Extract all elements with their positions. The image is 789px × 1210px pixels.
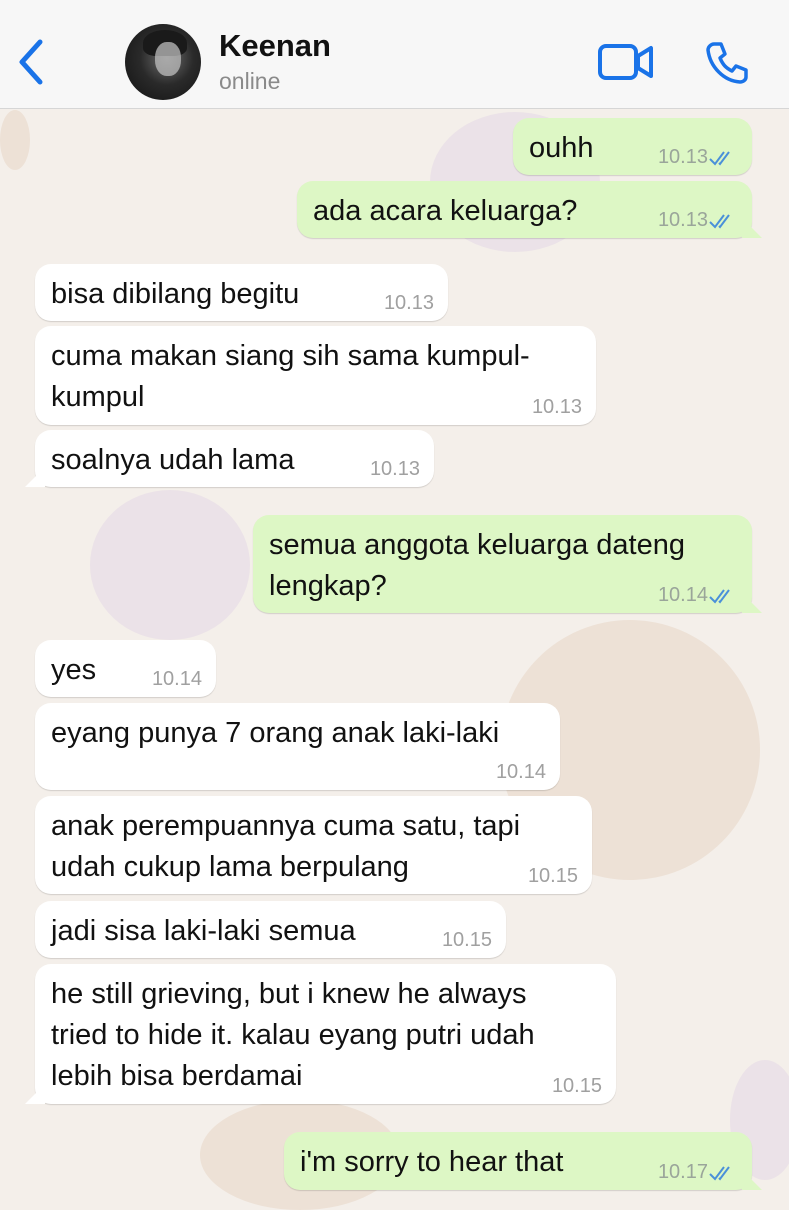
message-outgoing[interactable]: ada acara keluarga? 10.13 [297, 181, 762, 238]
message-outgoing[interactable]: ouhh 10.13 [513, 118, 752, 175]
message-text: soalnya udah lama [51, 444, 295, 476]
video-camera-icon [598, 44, 653, 80]
message-time: 10.13 [383, 292, 434, 314]
wallpaper-bear-decoration [90, 490, 250, 640]
contact-status: online [219, 68, 281, 94]
avatar[interactable] [125, 24, 201, 100]
voice-call-button[interactable] [704, 40, 750, 91]
chevron-left-icon [19, 39, 43, 85]
message-text: eyang punya 7 orang anak laki-laki [51, 717, 500, 749]
message-text: bisa dibilang begitu [51, 278, 300, 310]
message-time: 10.15 [527, 865, 578, 887]
contact-name[interactable]: Keenan [219, 28, 331, 64]
message-time: 10.14 [657, 584, 708, 606]
message-incoming[interactable]: anak perempuannya cuma satu, tapi udah c… [35, 796, 592, 894]
phone-icon [706, 42, 748, 84]
chat-header: Keenan online [0, 0, 789, 109]
message-incoming[interactable]: jadi sisa laki-laki semua 10.15 [35, 901, 506, 958]
message-incoming[interactable]: soalnya udah lama 10.13 [25, 430, 434, 487]
message-time: 10.17 [657, 1161, 708, 1183]
message-time: 10.14 [495, 761, 546, 783]
read-receipt-icon [709, 1166, 730, 1181]
message-time: 10.13 [531, 396, 582, 418]
message-time: 10.13 [657, 209, 708, 231]
message-incoming[interactable]: bisa dibilang begitu 10.13 [35, 264, 448, 321]
read-receipt-icon [709, 214, 730, 229]
wallpaper-bear-decoration [0, 110, 30, 170]
message-text: anak perempuannya cuma satu, tapi udah c… [51, 810, 521, 883]
message-time: 10.14 [151, 668, 202, 690]
message-outgoing[interactable]: i'm sorry to hear that 10.17 [284, 1132, 762, 1190]
message-time: 10.15 [441, 929, 492, 951]
read-receipt-icon [709, 151, 730, 166]
message-incoming[interactable]: he still grieving, but i knew he always … [25, 964, 616, 1104]
message-time: 10.13 [369, 458, 420, 480]
message-incoming[interactable]: yes 10.14 [35, 640, 216, 697]
message-time: 10.15 [551, 1075, 602, 1097]
message-incoming[interactable]: eyang punya 7 orang anak laki-laki 10.14 [35, 703, 560, 790]
back-button[interactable] [14, 38, 50, 86]
message-text: he still grieving, but i knew he always … [51, 978, 535, 1092]
message-incoming[interactable]: cuma makan siang sih sama kumpul- kumpul… [35, 326, 596, 425]
message-text: cuma makan siang sih sama kumpul- kumpul [51, 340, 530, 413]
message-outgoing[interactable]: semua anggota keluarga dateng lengkap? 1… [253, 515, 762, 613]
video-call-button[interactable] [598, 42, 654, 87]
message-text: jadi sisa laki-laki semua [51, 915, 356, 947]
message-time: 10.13 [657, 146, 708, 168]
read-receipt-icon [709, 589, 730, 604]
